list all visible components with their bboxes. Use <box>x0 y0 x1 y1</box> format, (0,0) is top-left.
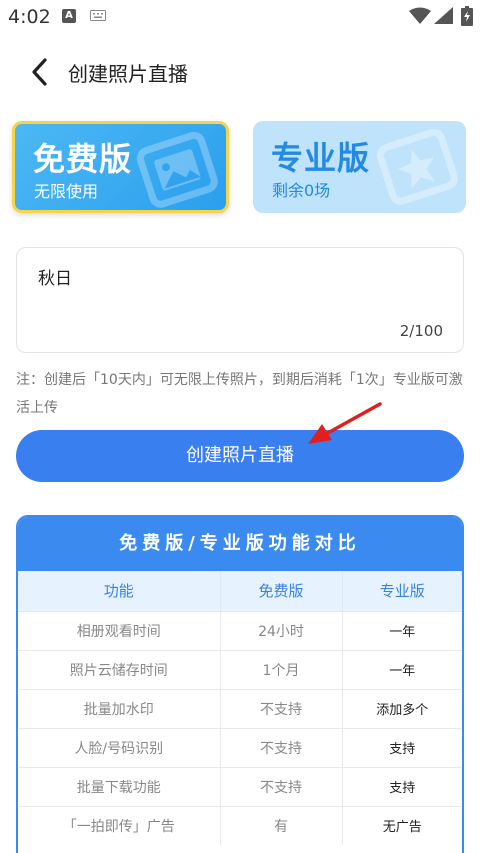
free-cell: 不支持 <box>220 688 343 728</box>
page-title: 创建照片直播 <box>68 62 188 86</box>
free-plan-name: 免费版 <box>33 140 133 178</box>
pro-cell: 支持 <box>342 766 462 806</box>
chevron-left-icon <box>32 58 47 86</box>
free-plan-subtitle: 无限使用 <box>34 182 99 201</box>
plan-comparison-table: 免费版/专业版功能对比 功能 免费版 专业版 相册观看时间 24小时 一年 照片… <box>16 515 464 853</box>
pro-cell: 添加多个 <box>342 688 462 728</box>
keyboard-icon <box>90 10 106 21</box>
free-cell: 不支持 <box>220 766 343 806</box>
comparison-grid: 功能 免费版 专业版 相册观看时间 24小时 一年 照片云储存时间 1个月 一年… <box>18 571 462 845</box>
pro-plan-card[interactable]: 专业版 剩余0场 <box>253 121 466 213</box>
feature-cell: 批量加水印 <box>18 688 221 728</box>
app-header: 创建照片直播 <box>0 50 480 94</box>
activation-note: 注：创建后「10天内」可无限上传照片，到期后消耗「1次」专业版可激活上传 <box>16 372 463 416</box>
pro-cell: 支持 <box>342 727 462 767</box>
pro-cell: 一年 <box>342 610 462 650</box>
live-name-value: 秋日 <box>38 269 72 289</box>
annotation-arrow-icon <box>308 402 382 444</box>
free-cell: 1个月 <box>220 649 343 689</box>
pro-plan-subtitle: 剩余0场 <box>272 181 331 200</box>
table-row: 批量下载功能 不支持 支持 <box>18 766 462 806</box>
pro-plan-name: 专业版 <box>271 139 371 177</box>
star-ticket-icon <box>376 128 458 205</box>
table-row: 人脸/号码识别 不支持 支持 <box>18 727 462 767</box>
pro-cell: 无广告 <box>342 805 462 845</box>
status-time: 4:02 <box>8 6 51 28</box>
feature-cell: 照片云储存时间 <box>18 649 221 689</box>
character-counter: 2/100 <box>399 322 443 340</box>
free-cell: 24小时 <box>220 610 343 650</box>
pro-cell: 一年 <box>342 649 462 689</box>
table-row: 「一拍即传」广告 有 无广告 <box>18 805 462 845</box>
table-row: 批量加水印 不支持 添加多个 <box>18 688 462 728</box>
notification-a-icon: A <box>62 9 76 23</box>
feature-cell: 批量下载功能 <box>18 766 221 806</box>
table-header-row: 功能 免费版 专业版 <box>18 571 462 611</box>
wifi-icon <box>409 7 431 24</box>
free-cell: 不支持 <box>220 727 343 767</box>
feature-cell: 人脸/号码识别 <box>18 727 221 767</box>
comparison-title: 免费版/专业版功能对比 <box>18 517 462 571</box>
table-row: 照片云储存时间 1个月 一年 <box>18 649 462 689</box>
status-bar: 4:02 A <box>0 0 480 34</box>
photo-ticket-icon <box>136 131 218 208</box>
feature-cell: 相册观看时间 <box>18 610 221 650</box>
column-header-free: 免费版 <box>220 571 343 611</box>
free-plan-card[interactable]: 免费版 无限使用 <box>12 121 229 213</box>
battery-icon <box>461 6 473 26</box>
create-photo-live-button[interactable]: 创建照片直播 <box>16 430 464 482</box>
column-header-pro: 专业版 <box>342 571 462 611</box>
back-button[interactable] <box>28 56 56 88</box>
table-row: 相册观看时间 24小时 一年 <box>18 610 462 650</box>
free-cell: 有 <box>220 805 343 845</box>
feature-cell: 「一拍即传」广告 <box>18 805 221 845</box>
column-header-feature: 功能 <box>18 571 221 611</box>
signal-icon <box>434 7 453 24</box>
live-name-input[interactable]: 秋日 2/100 <box>16 247 464 353</box>
